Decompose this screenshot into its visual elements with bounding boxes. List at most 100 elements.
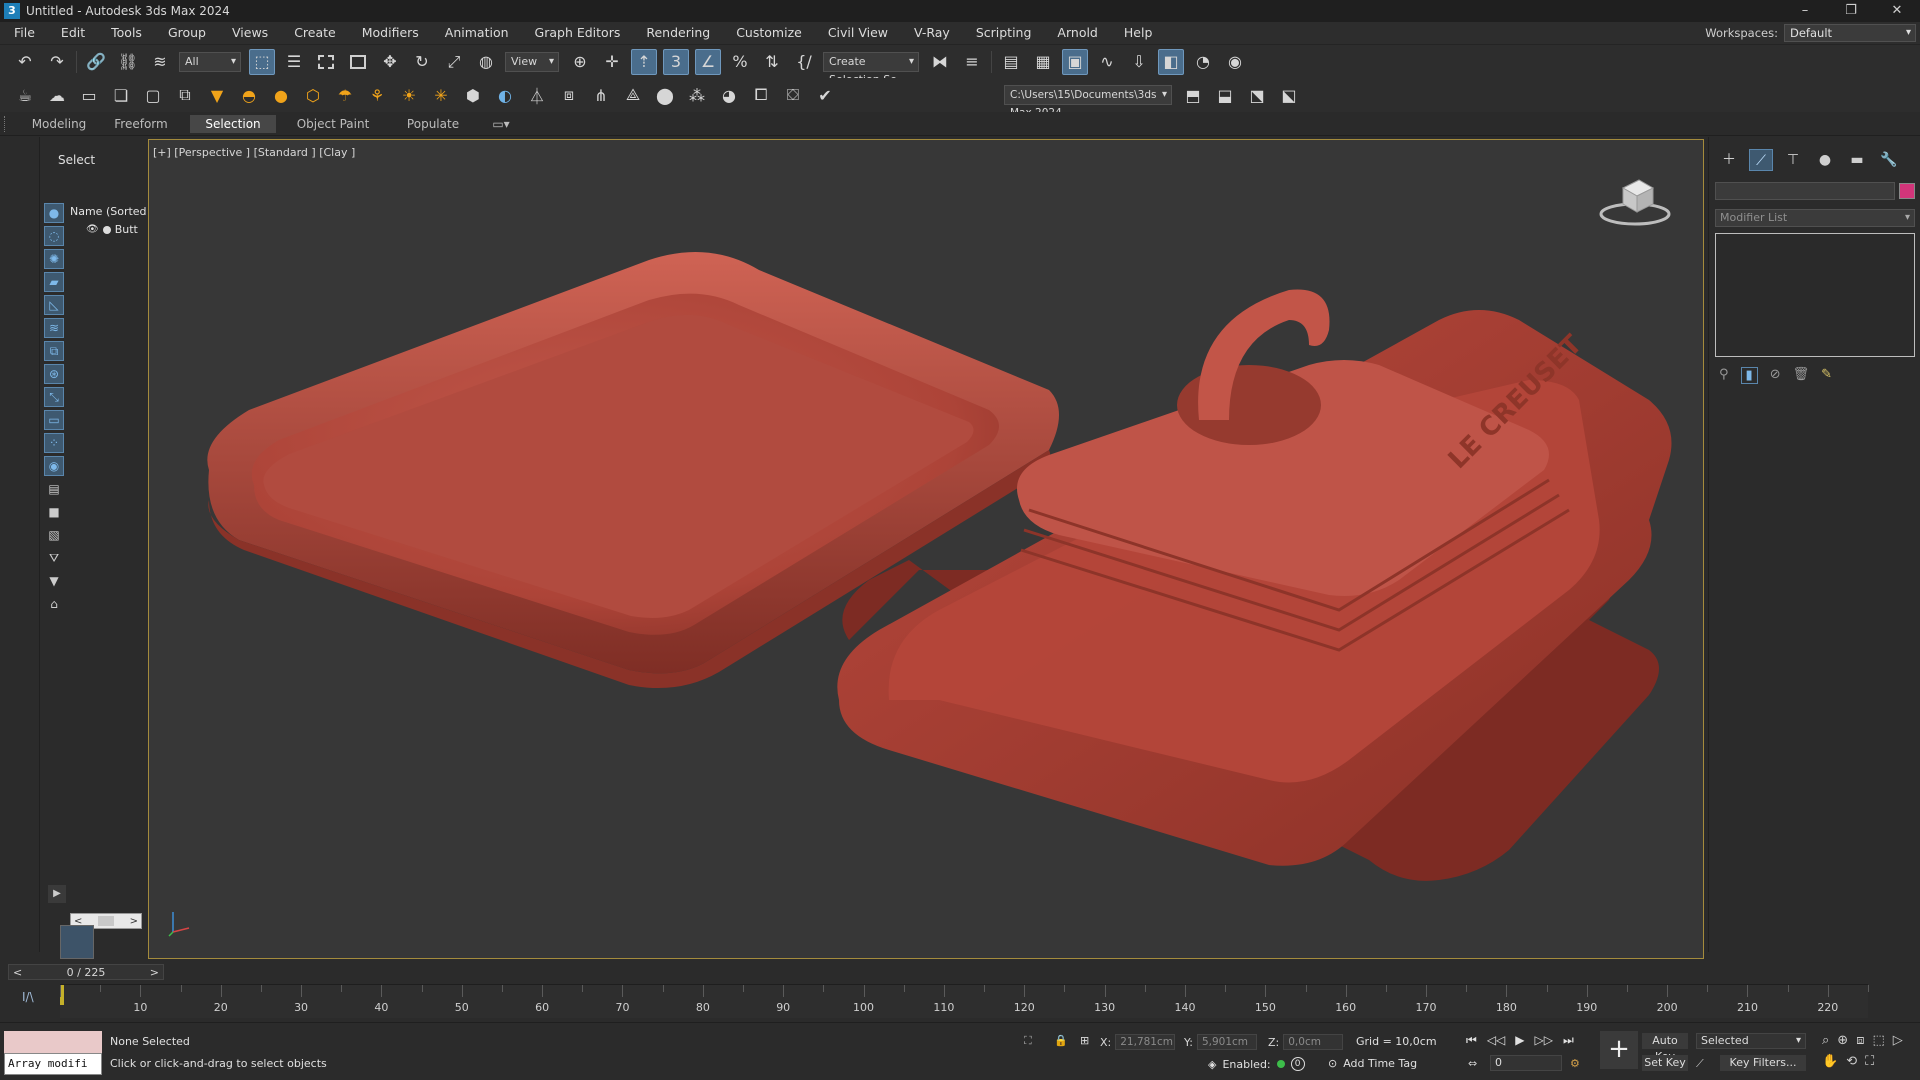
previous-frame-icon[interactable]: ◁◁	[1487, 1033, 1505, 1048]
set-key-button[interactable]: Set Key	[1642, 1055, 1688, 1071]
pin-stack-icon[interactable]: ⚲	[1719, 367, 1729, 384]
field-of-view-icon[interactable]: ▷	[1893, 1033, 1903, 1048]
menu-file[interactable]: File	[0, 22, 48, 44]
object-color-swatch[interactable]	[1899, 183, 1915, 199]
display-groups-icon[interactable]: ⧉	[44, 341, 64, 361]
current-frame-field[interactable]: 0	[1490, 1055, 1562, 1071]
workspace-dropdown[interactable]: Default	[1784, 24, 1916, 42]
minimize-button[interactable]: –	[1782, 0, 1828, 22]
display-geometry-icon[interactable]: ●	[44, 203, 64, 223]
menu-modifiers[interactable]: Modifiers	[349, 22, 432, 44]
configure-modifier-sets-icon[interactable]: ✎	[1821, 367, 1832, 384]
toggle-layer-explorer-icon[interactable]: ▦	[1030, 49, 1056, 75]
z-field[interactable]: 0,0cm	[1283, 1034, 1344, 1050]
timeline-track[interactable]: 10 20 30 40 50 60 70 80 90 100 110 120 130 140 150 160 1…	[60, 984, 1869, 1018]
toggle-scene-explorer-icon[interactable]: ▤	[998, 49, 1024, 75]
vray-light-lister-icon[interactable]: ✳	[428, 82, 454, 108]
time-next-icon[interactable]: >	[150, 966, 159, 979]
next-frame-icon[interactable]: ▷▷	[1535, 1033, 1553, 1048]
isolate-selection-icon[interactable]: ⛶	[1024, 1034, 1032, 1048]
mirror-icon[interactable]: ⧓	[927, 49, 953, 75]
ribbon-options-icon[interactable]: ▭▾	[486, 115, 516, 133]
window-crossing-icon[interactable]	[345, 49, 371, 75]
tab-selection[interactable]: Selection	[190, 115, 276, 133]
name-column-header[interactable]: Name (Sorted A	[70, 205, 146, 221]
vray-clipper-icon[interactable]: ⟁	[620, 82, 646, 108]
remove-modifier-icon[interactable]: 🗑	[1793, 367, 1810, 384]
modifier-stack[interactable]	[1715, 233, 1915, 357]
project-folder-icon[interactable]: ⬒	[1180, 82, 1206, 108]
project-settings-icon[interactable]: ⬔	[1244, 82, 1270, 108]
zoom-extents-all-icon[interactable]: ⬚	[1872, 1033, 1884, 1048]
menu-edit[interactable]: Edit	[48, 22, 98, 44]
schematic-view-icon[interactable]: ⇩	[1126, 49, 1152, 75]
key-mode-icon[interactable]: ⇔	[1468, 1057, 1477, 1070]
curve-editor-toggle-icon[interactable]: I/\	[22, 990, 34, 1004]
render-setup-icon[interactable]: ◔	[1190, 49, 1216, 75]
vray-ies-light-icon[interactable]: ☂	[332, 82, 358, 108]
play-icon[interactable]: ▶	[1515, 1033, 1524, 1048]
tab-object-paint[interactable]: Object Paint	[290, 115, 376, 133]
perspective-viewport[interactable]: [+] [Perspective ] [Standard ] [Clay ] L…	[148, 139, 1704, 959]
container-icon[interactable]: ▢	[140, 82, 166, 108]
vray-sphere-light-icon[interactable]: ●	[268, 82, 294, 108]
vray-proxy-icon[interactable]: ⬢	[460, 82, 486, 108]
display-helpers-icon[interactable]: ◺	[44, 295, 64, 315]
scale-icon[interactable]: ⤢	[441, 49, 467, 75]
spinner-snap-icon[interactable]: ⇅	[759, 49, 785, 75]
menu-graph-editors[interactable]: Graph Editors	[522, 22, 634, 44]
menu-help[interactable]: Help	[1111, 22, 1166, 44]
time-tag[interactable]: ⊙ Add Time Tag	[1328, 1057, 1417, 1070]
align-icon[interactable]: ≡	[959, 49, 985, 75]
maxscript-input[interactable]: Array modifi	[4, 1053, 102, 1075]
enabled-status-dot[interactable]	[1276, 1060, 1285, 1068]
layer-thumbnail[interactable]	[60, 925, 94, 959]
display-shapes-icon[interactable]: ◌	[44, 226, 64, 246]
menu-views[interactable]: Views	[219, 22, 281, 44]
move-icon[interactable]: ✥	[377, 49, 403, 75]
bind-spacewarp-icon[interactable]: ≋	[147, 49, 173, 75]
keyboard-shortcut-override-icon[interactable]: ⇡	[631, 48, 657, 75]
menu-rendering[interactable]: Rendering	[633, 22, 723, 44]
zoom-extents-icon[interactable]: ⧈	[1856, 1033, 1864, 1048]
eye-icon[interactable]: 👁	[86, 224, 99, 235]
undo-icon[interactable]: ↶	[12, 49, 38, 75]
key-filters-button[interactable]: Key Filters...	[1720, 1055, 1806, 1071]
snaps-toggle-icon[interactable]: 3	[663, 48, 689, 75]
menu-scripting[interactable]: Scripting	[963, 22, 1045, 44]
menu-civil-view[interactable]: Civil View	[815, 22, 901, 44]
curve-editor-icon[interactable]: ∿	[1094, 49, 1120, 75]
display-all-icon[interactable]: ▤	[44, 479, 64, 499]
scroll-thumb[interactable]	[98, 916, 114, 926]
scene-object-row[interactable]: 👁 Butt	[86, 223, 146, 236]
scene-states-icon[interactable]: ⧉	[172, 82, 198, 108]
vray-material-sphere-icon[interactable]: ⬤	[652, 82, 678, 108]
degradation-icon[interactable]: ◈	[1208, 1058, 1216, 1071]
selection-filter-dropdown[interactable]: All	[179, 51, 241, 72]
display-bones-icon[interactable]: ⤡	[44, 387, 64, 407]
toggle-ribbon-icon[interactable]: ▣	[1062, 48, 1088, 75]
vray-sun-icon[interactable]: ☀	[396, 82, 422, 108]
menu-group[interactable]: Group	[155, 22, 219, 44]
asset-tracking-icon[interactable]: ⬕	[1276, 82, 1302, 108]
vray-mesh-light-icon[interactable]: ⬡	[300, 82, 326, 108]
modifier-list-dropdown[interactable]: Modifier List	[1715, 209, 1915, 227]
key-selection-dropdown[interactable]: Selected	[1696, 1033, 1806, 1049]
motion-tab-icon[interactable]: ●	[1813, 149, 1837, 171]
tab-freeform[interactable]: Freeform	[104, 115, 178, 133]
vray-scatter-icon[interactable]: ⧈	[556, 82, 582, 108]
vray-material-library-icon[interactable]: ⁂	[684, 82, 710, 108]
restore-button[interactable]: ❐	[1828, 0, 1874, 22]
vray-physical-camera-icon[interactable]: ⏃	[524, 82, 550, 108]
utilities-tab-icon[interactable]: 🔧	[1877, 149, 1901, 171]
reference-coordinate-dropdown[interactable]: View	[505, 51, 559, 72]
rectangular-selection-icon[interactable]	[313, 49, 339, 75]
display-containers-icon[interactable]: ▭	[44, 410, 64, 430]
scroll-right-icon[interactable]: >	[130, 916, 138, 927]
menu-create[interactable]: Create	[281, 22, 349, 44]
object-name-field[interactable]	[1715, 182, 1895, 200]
time-configuration-icon[interactable]: ⚙	[1570, 1057, 1580, 1070]
render-frame-icon[interactable]: ◉	[1222, 49, 1248, 75]
pivot-center-icon[interactable]: ⊕	[567, 49, 593, 75]
key-tangents-icon[interactable]: ⟋	[1696, 1057, 1704, 1071]
